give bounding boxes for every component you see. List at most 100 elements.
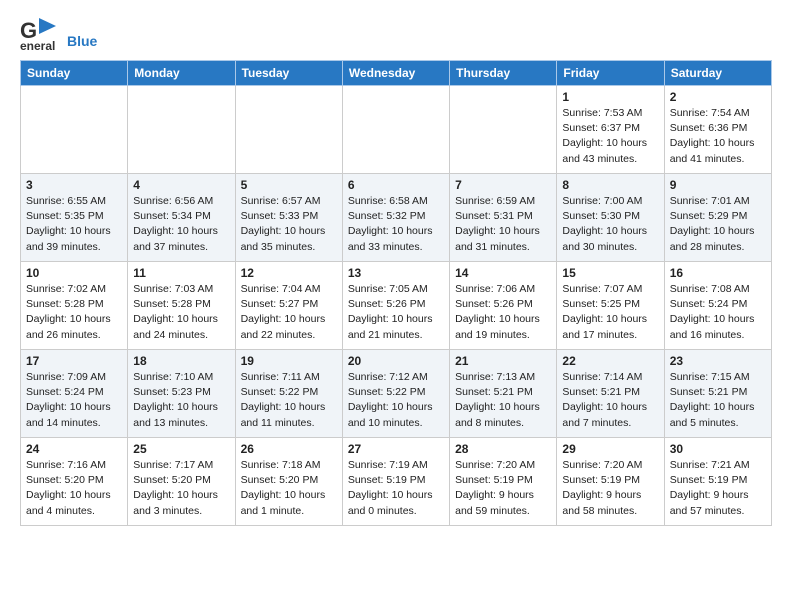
day-number: 6 — [348, 178, 444, 192]
day-info: Sunrise: 7:54 AM Sunset: 6:36 PM Dayligh… — [670, 106, 766, 167]
day-number: 11 — [133, 266, 229, 280]
calendar-cell: 17Sunrise: 7:09 AM Sunset: 5:24 PM Dayli… — [21, 350, 128, 438]
calendar-cell — [21, 86, 128, 174]
header: G eneral Blue — [20, 16, 772, 52]
calendar-header: SundayMondayTuesdayWednesdayThursdayFrid… — [21, 61, 772, 86]
calendar-cell: 21 Sunrise: 7:13 AM Sunset: 5:21 PM Dayli… — [450, 350, 557, 438]
page-container: G eneral Blue SundayMondayTuesdayWednesd… — [0, 0, 792, 542]
calendar-cell: 11 Sunrise: 7:03 AM Sunset: 5:28 PM Dayli… — [128, 262, 235, 350]
day-info: Sunrise: 7:07 AM Sunset: 5:25 PM Dayligh… — [562, 282, 658, 343]
day-info: Sunrise: 7:14 AM Sunset: 5:21 PM Dayligh… — [562, 370, 658, 431]
logo-svg: G eneral — [20, 16, 64, 52]
day-number: 5 — [241, 178, 337, 192]
day-number: 16 — [670, 266, 766, 280]
day-number: 12 — [241, 266, 337, 280]
day-number: 3 — [26, 178, 122, 192]
day-info: Sunrise: 7:04 AM Sunset: 5:27 PM Dayligh… — [241, 282, 337, 343]
day-info: Sunrise: 6:56 AM Sunset: 5:34 PM Dayligh… — [133, 194, 229, 255]
day-number: 21 — [455, 354, 551, 368]
day-info: Sunrise: 6:55 AM Sunset: 5:35 PM Dayligh… — [26, 194, 122, 255]
weekday-header: Sunday — [21, 61, 128, 86]
calendar-cell: 9Sunrise: 7:01 AM Sunset: 5:29 PM Daylig… — [664, 174, 771, 262]
calendar-cell: 14 Sunrise: 7:06 AM Sunset: 5:26 PM Dayli… — [450, 262, 557, 350]
calendar-cell: 3 Sunrise: 6:55 AM Sunset: 5:35 PM Daylig… — [21, 174, 128, 262]
day-number: 25 — [133, 442, 229, 456]
day-number: 28 — [455, 442, 551, 456]
calendar-cell: 15 Sunrise: 7:07 AM Sunset: 5:25 PM Dayli… — [557, 262, 664, 350]
day-info: Sunrise: 7:53 AM Sunset: 6:37 PM Dayligh… — [562, 106, 658, 167]
calendar-cell: 2 Sunrise: 7:54 AM Sunset: 6:36 PM Daylig… — [664, 86, 771, 174]
day-info: Sunrise: 6:58 AM Sunset: 5:32 PM Dayligh… — [348, 194, 444, 255]
calendar-cell: 18Sunrise: 7:10 AM Sunset: 5:23 PM Dayli… — [128, 350, 235, 438]
calendar-cell: 12 Sunrise: 7:04 AM Sunset: 5:27 PM Dayli… — [235, 262, 342, 350]
day-info: Sunrise: 7:08 AM Sunset: 5:24 PM Dayligh… — [670, 282, 766, 343]
day-number: 10 — [26, 266, 122, 280]
weekday-header: Thursday — [450, 61, 557, 86]
header-row: SundayMondayTuesdayWednesdayThursdayFrid… — [21, 61, 772, 86]
day-info: Sunrise: 7:19 AM Sunset: 5:19 PM Dayligh… — [348, 458, 444, 519]
logo-blue-text: Blue — [67, 34, 97, 48]
day-number: 17 — [26, 354, 122, 368]
day-info: Sunrise: 7:12 AM Sunset: 5:22 PM Dayligh… — [348, 370, 444, 431]
day-number: 24 — [26, 442, 122, 456]
day-info: Sunrise: 7:05 AM Sunset: 5:26 PM Dayligh… — [348, 282, 444, 343]
calendar-cell: 13 Sunrise: 7:05 AM Sunset: 5:26 PM Dayli… — [342, 262, 449, 350]
calendar-cell — [450, 86, 557, 174]
calendar-cell: 29 Sunrise: 7:20 AM Sunset: 5:19 PM Dayli… — [557, 438, 664, 526]
day-info: Sunrise: 7:00 AM Sunset: 5:30 PM Dayligh… — [562, 194, 658, 255]
calendar-cell: 6 Sunrise: 6:58 AM Sunset: 5:32 PM Daylig… — [342, 174, 449, 262]
day-info: Sunrise: 7:13 AM Sunset: 5:21 PM Dayligh… — [455, 370, 551, 431]
calendar-cell: 10Sunrise: 7:02 AM Sunset: 5:28 PM Dayli… — [21, 262, 128, 350]
day-number: 2 — [670, 90, 766, 104]
day-info: Sunrise: 7:18 AM Sunset: 5:20 PM Dayligh… — [241, 458, 337, 519]
calendar-cell: 1 Sunrise: 7:53 AM Sunset: 6:37 PM Daylig… — [557, 86, 664, 174]
day-number: 7 — [455, 178, 551, 192]
calendar-cell: 19 Sunrise: 7:11 AM Sunset: 5:22 PM Dayli… — [235, 350, 342, 438]
day-info: Sunrise: 6:57 AM Sunset: 5:33 PM Dayligh… — [241, 194, 337, 255]
day-number: 30 — [670, 442, 766, 456]
day-number: 27 — [348, 442, 444, 456]
weekday-header: Saturday — [664, 61, 771, 86]
day-info: Sunrise: 7:20 AM Sunset: 5:19 PM Dayligh… — [562, 458, 658, 519]
calendar-week-row: 10Sunrise: 7:02 AM Sunset: 5:28 PM Dayli… — [21, 262, 772, 350]
day-info: Sunrise: 7:10 AM Sunset: 5:23 PM Dayligh… — [133, 370, 229, 431]
day-info: Sunrise: 7:21 AM Sunset: 5:19 PM Dayligh… — [670, 458, 766, 519]
day-number: 15 — [562, 266, 658, 280]
day-info: Sunrise: 7:06 AM Sunset: 5:26 PM Dayligh… — [455, 282, 551, 343]
calendar-week-row: 3 Sunrise: 6:55 AM Sunset: 5:35 PM Daylig… — [21, 174, 772, 262]
day-number: 13 — [348, 266, 444, 280]
day-number: 9 — [670, 178, 766, 192]
weekday-header: Wednesday — [342, 61, 449, 86]
calendar-week-row: 24 Sunrise: 7:16 AM Sunset: 5:20 PM Dayli… — [21, 438, 772, 526]
logo: G eneral Blue — [20, 16, 97, 52]
day-number: 14 — [455, 266, 551, 280]
day-info: Sunrise: 7:16 AM Sunset: 5:20 PM Dayligh… — [26, 458, 122, 519]
day-info: Sunrise: 7:15 AM Sunset: 5:21 PM Dayligh… — [670, 370, 766, 431]
calendar-cell: 16 Sunrise: 7:08 AM Sunset: 5:24 PM Dayli… — [664, 262, 771, 350]
day-number: 19 — [241, 354, 337, 368]
day-info: Sunrise: 7:20 AM Sunset: 5:19 PM Dayligh… — [455, 458, 551, 519]
calendar-cell: 26Sunrise: 7:18 AM Sunset: 5:20 PM Dayli… — [235, 438, 342, 526]
calendar-cell: 22Sunrise: 7:14 AM Sunset: 5:21 PM Dayli… — [557, 350, 664, 438]
calendar-cell: 24 Sunrise: 7:16 AM Sunset: 5:20 PM Dayli… — [21, 438, 128, 526]
svg-text:eneral: eneral — [20, 39, 55, 52]
weekday-header: Friday — [557, 61, 664, 86]
calendar-cell: 27 Sunrise: 7:19 AM Sunset: 5:19 PM Dayli… — [342, 438, 449, 526]
day-info: Sunrise: 7:11 AM Sunset: 5:22 PM Dayligh… — [241, 370, 337, 431]
day-info: Sunrise: 6:59 AM Sunset: 5:31 PM Dayligh… — [455, 194, 551, 255]
day-number: 1 — [562, 90, 658, 104]
calendar-body: 1 Sunrise: 7:53 AM Sunset: 6:37 PM Daylig… — [21, 86, 772, 526]
day-number: 29 — [562, 442, 658, 456]
day-number: 23 — [670, 354, 766, 368]
calendar-cell — [235, 86, 342, 174]
calendar-cell — [128, 86, 235, 174]
calendar-week-row: 1 Sunrise: 7:53 AM Sunset: 6:37 PM Daylig… — [21, 86, 772, 174]
logo-graphic: G eneral Blue — [20, 16, 97, 52]
calendar-cell: 8Sunrise: 7:00 AM Sunset: 5:30 PM Daylig… — [557, 174, 664, 262]
calendar-cell: 25Sunrise: 7:17 AM Sunset: 5:20 PM Dayli… — [128, 438, 235, 526]
day-number: 20 — [348, 354, 444, 368]
day-info: Sunrise: 7:03 AM Sunset: 5:28 PM Dayligh… — [133, 282, 229, 343]
calendar-week-row: 17Sunrise: 7:09 AM Sunset: 5:24 PM Dayli… — [21, 350, 772, 438]
calendar-cell: 23 Sunrise: 7:15 AM Sunset: 5:21 PM Dayli… — [664, 350, 771, 438]
day-number: 4 — [133, 178, 229, 192]
